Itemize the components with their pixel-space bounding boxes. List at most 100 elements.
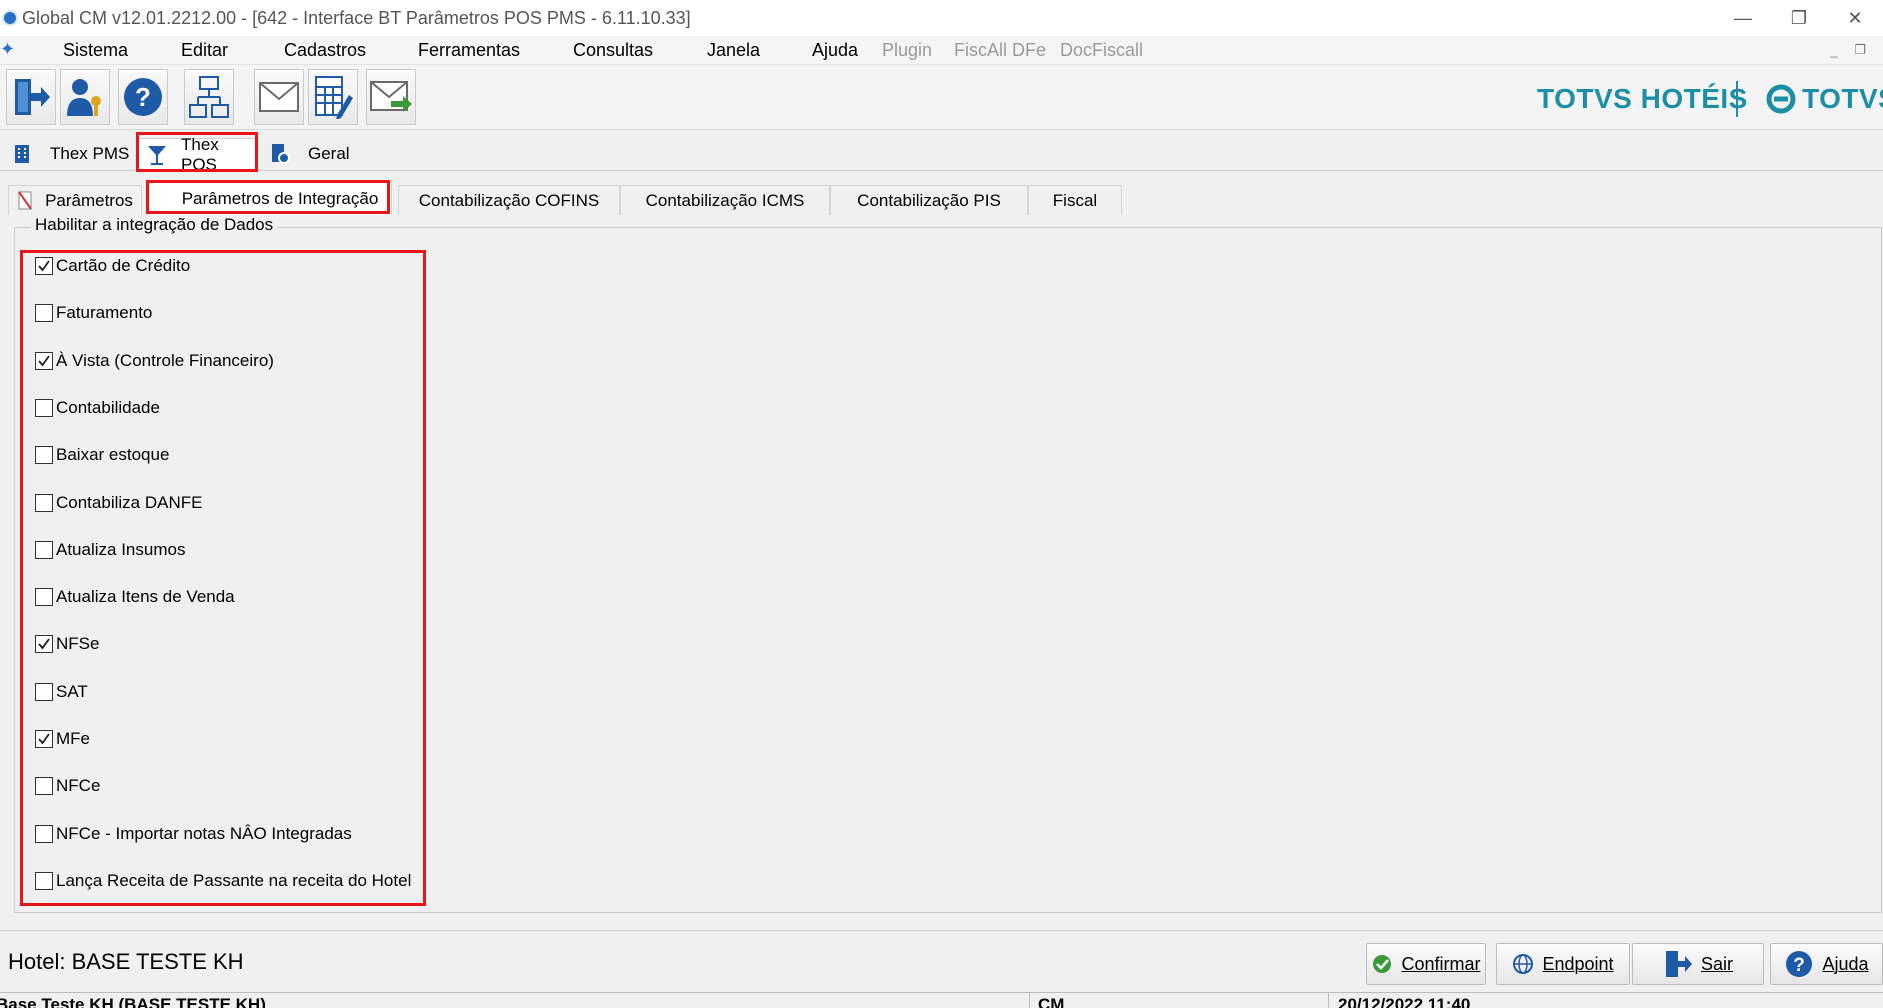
subtab-parametros-integracao-label: Parâmetros de Integração: [181, 188, 379, 208]
option-checkbox[interactable]: [35, 683, 53, 701]
option-label: NFSe: [56, 634, 100, 653]
confirmar-button[interactable]: Confirmar: [1366, 943, 1486, 985]
svg-text:?: ?: [135, 82, 151, 112]
option-checkbox[interactable]: [35, 825, 53, 843]
option-row[interactable]: Contabilidade: [35, 398, 160, 418]
option-checkbox[interactable]: [35, 777, 53, 795]
menu-ferramentas[interactable]: Ferramentas: [418, 40, 520, 61]
option-checkbox[interactable]: [35, 872, 53, 890]
option-row[interactable]: Faturamento: [35, 303, 152, 323]
option-checkbox[interactable]: [35, 304, 53, 322]
settings-doc-icon: [270, 144, 290, 164]
option-row[interactable]: NFCe - Importar notas NÂO Integradas: [35, 824, 352, 844]
ajuda-button[interactable]: ? Ajuda: [1770, 943, 1883, 985]
option-checkbox[interactable]: [35, 730, 53, 748]
option-label: NFCe - Importar notas NÂO Integradas: [56, 824, 352, 843]
option-row[interactable]: Baixar estoque: [35, 445, 169, 465]
help-icon[interactable]: ?: [118, 69, 168, 125]
svg-text:?: ?: [1794, 955, 1806, 976]
option-checkbox[interactable]: [35, 257, 53, 275]
subtab-contabilizacao-icms-label: Contabilização ICMS: [645, 190, 805, 210]
menu-editar[interactable]: Editar: [181, 40, 228, 61]
option-row[interactable]: Cartão de Crédito: [35, 256, 190, 276]
option-label: Contabilidade: [56, 398, 160, 417]
option-row[interactable]: SAT: [35, 682, 88, 702]
menu-plugin: Plugin: [882, 40, 933, 60]
checkmark-icon: [38, 733, 50, 745]
org-chart-icon[interactable]: [184, 69, 234, 125]
subtab-parametros-integracao[interactable]: Parâmetros de Integração: [148, 181, 392, 215]
exit-door-icon[interactable]: [6, 69, 56, 125]
option-label: Contabiliza DANFE: [56, 493, 203, 512]
option-checkbox[interactable]: [35, 588, 53, 606]
tab-geral[interactable]: Geral: [262, 138, 362, 170]
status-separator: [1029, 993, 1030, 1008]
cocktail-icon: [147, 145, 167, 165]
menu-consultas[interactable]: Consultas: [573, 40, 653, 61]
sair-button[interactable]: Sair: [1632, 943, 1764, 985]
option-checkbox[interactable]: [35, 541, 53, 559]
option-checkbox[interactable]: [35, 494, 53, 512]
mdi-restore-icon[interactable]: ❐: [1849, 40, 1871, 60]
app-icon: [2, 10, 18, 26]
option-row[interactable]: NFSe: [35, 634, 99, 654]
menu-ajuda[interactable]: Ajuda: [812, 40, 858, 61]
option-checkbox[interactable]: [35, 352, 53, 370]
option-row[interactable]: Atualiza Itens de Venda: [35, 587, 235, 607]
subtab-fiscal[interactable]: Fiscal: [1028, 185, 1122, 215]
option-checkbox[interactable]: [35, 635, 53, 653]
bottom-bar: Hotel: BASE TESTE KH Confirmar Endpoint …: [0, 930, 1883, 992]
integration-group-title: Habilitar a integração de Dados: [31, 215, 278, 235]
tab-thex-pms[interactable]: Thex PMS: [4, 138, 134, 170]
help-icon: ?: [1784, 949, 1814, 979]
option-row[interactable]: Lança Receita de Passante na receita do …: [35, 871, 411, 891]
endpoint-label: Endpoint: [1542, 953, 1614, 974]
check-circle-icon: [1371, 953, 1393, 975]
status-datetime: 20/12/2022 11:40: [1338, 995, 1471, 1008]
checkmark-icon: [38, 638, 50, 650]
restore-icon[interactable]: ❐: [1771, 0, 1827, 36]
minimize-icon[interactable]: —: [1715, 0, 1771, 36]
checkmark-icon: [38, 355, 50, 367]
menu-cadastros[interactable]: Cadastros: [284, 40, 366, 61]
menu-bar: ✦ Sistema Editar Cadastros Ferramentas C…: [0, 36, 1883, 64]
main-tabs: Thex PMS Thex POS Geral: [0, 135, 1883, 174]
mail-icon[interactable]: [254, 69, 304, 125]
document-icon: [17, 190, 35, 211]
mdi-minimize-icon[interactable]: _: [1823, 40, 1845, 60]
option-checkbox[interactable]: [35, 399, 53, 417]
menu-janela[interactable]: Janela: [707, 40, 760, 61]
option-label: Atualiza Itens de Venda: [56, 587, 235, 606]
endpoint-button[interactable]: Endpoint: [1496, 943, 1630, 985]
window-title: Global CM v12.01.2212.00 - [642 - Interf…: [22, 7, 691, 28]
option-row[interactable]: À Vista (Controle Financeiro): [35, 351, 274, 371]
option-row[interactable]: MFe: [35, 729, 90, 749]
menu-docfiscall: DocFiscall: [1060, 40, 1144, 60]
subtab-contabilizacao-cofins[interactable]: Contabilização COFINS: [398, 185, 620, 215]
subtab-contabilizacao-icms[interactable]: Contabilização ICMS: [620, 185, 830, 215]
brand-totvs-hoteis: TOTVS HOTÉIS: [1537, 83, 1748, 114]
ajuda-label: Ajuda: [1822, 953, 1869, 974]
option-checkbox[interactable]: [35, 446, 53, 464]
integration-groupbox: Habilitar a integração de Dados Cartão d…: [14, 215, 1882, 913]
tab-geral-label: Geral: [308, 144, 350, 163]
subtab-parametros[interactable]: Parâmetros: [8, 185, 142, 215]
option-label: Faturamento: [56, 303, 153, 322]
brand-totvs-logo: TOTVS: [1766, 83, 1883, 115]
mail-send-icon[interactable]: [366, 69, 416, 125]
option-label: SAT: [56, 682, 88, 701]
option-row[interactable]: NFCe: [35, 776, 100, 796]
tab-thex-pos[interactable]: Thex POS: [138, 135, 256, 174]
option-row[interactable]: Contabiliza DANFE: [35, 493, 202, 513]
subtab-contabilizacao-pis[interactable]: Contabilização PIS: [830, 185, 1028, 215]
subtab-fiscal-label: Fiscal: [1052, 190, 1098, 210]
calculator-pen-icon[interactable]: [308, 69, 358, 125]
subtab-contabilizacao-pis-label: Contabilização PIS: [857, 190, 1001, 210]
sair-label: Sair: [1700, 953, 1733, 974]
option-label: MFe: [56, 729, 90, 748]
app-menu-icon[interactable]: ✦: [0, 40, 18, 58]
user-key-icon[interactable]: [60, 69, 110, 125]
option-row[interactable]: Atualiza Insumos: [35, 540, 185, 560]
menu-sistema[interactable]: Sistema: [63, 40, 128, 61]
close-icon[interactable]: ✕: [1827, 0, 1883, 36]
